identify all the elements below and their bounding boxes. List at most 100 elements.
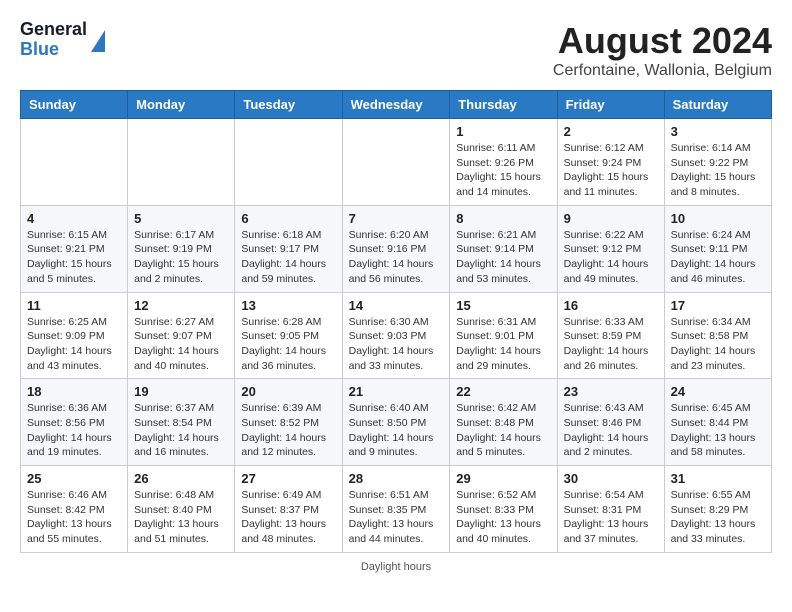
day-number: 20 xyxy=(241,384,335,399)
day-info: Sunrise: 6:24 AM Sunset: 9:11 PM Dayligh… xyxy=(671,228,765,287)
day-info: Sunrise: 6:43 AM Sunset: 8:46 PM Dayligh… xyxy=(564,401,658,460)
day-header-wednesday: Wednesday xyxy=(342,91,450,119)
calendar-cell: 20 Sunrise: 6:39 AM Sunset: 8:52 PM Dayli… xyxy=(235,379,342,466)
day-number: 21 xyxy=(349,384,444,399)
calendar-cell: 29 Sunrise: 6:52 AM Sunset: 8:33 PM Dayli… xyxy=(450,466,557,553)
day-info: Sunrise: 6:18 AM Sunset: 9:17 PM Dayligh… xyxy=(241,228,335,287)
calendar-cell: 16 Sunrise: 6:33 AM Sunset: 8:59 PM Dayli… xyxy=(557,292,664,379)
day-info: Sunrise: 6:46 AM Sunset: 8:42 PM Dayligh… xyxy=(27,488,121,547)
day-info: Sunrise: 6:12 AM Sunset: 9:24 PM Dayligh… xyxy=(564,141,658,200)
day-number: 16 xyxy=(564,298,658,313)
calendar-cell: 15Sunrise: 6:31 AM Sunset: 9:01 PM Dayli… xyxy=(450,292,557,379)
day-info: Sunrise: 6:34 AM Sunset: 8:58 PM Dayligh… xyxy=(671,315,765,374)
calendar-cell: 24Sunrise: 6:45 AM Sunset: 8:44 PM Dayli… xyxy=(664,379,771,466)
calendar-cell xyxy=(21,119,128,206)
day-info: Sunrise: 6:28 AM Sunset: 9:05 PM Dayligh… xyxy=(241,315,335,374)
day-info: Sunrise: 6:14 AM Sunset: 9:22 PM Dayligh… xyxy=(671,141,765,200)
day-info: Sunrise: 6:20 AM Sunset: 9:16 PM Dayligh… xyxy=(349,228,444,287)
day-header-saturday: Saturday xyxy=(664,91,771,119)
logo-line1: General xyxy=(20,20,87,40)
calendar-cell: 19 Sunrise: 6:37 AM Sunset: 8:54 PM Dayli… xyxy=(128,379,235,466)
day-number: 29 xyxy=(456,471,550,486)
calendar-cell: 31Sunrise: 6:55 AM Sunset: 8:29 PM Dayli… xyxy=(664,466,771,553)
calendar-cell: 18 Sunrise: 6:36 AM Sunset: 8:56 PM Dayli… xyxy=(21,379,128,466)
day-info: Sunrise: 6:25 AM Sunset: 9:09 PM Dayligh… xyxy=(27,315,121,374)
day-number: 18 xyxy=(27,384,121,399)
day-header-thursday: Thursday xyxy=(450,91,557,119)
logo-triangle-icon xyxy=(91,30,105,52)
day-number: 30 xyxy=(564,471,658,486)
calendar-cell: 14Sunrise: 6:30 AM Sunset: 9:03 PM Dayli… xyxy=(342,292,450,379)
calendar-week-row: 1 Sunrise: 6:11 AM Sunset: 9:26 PM Daylig… xyxy=(21,119,772,206)
day-info: Sunrise: 6:17 AM Sunset: 9:19 PM Dayligh… xyxy=(134,228,228,287)
day-info: Sunrise: 6:42 AM Sunset: 8:48 PM Dayligh… xyxy=(456,401,550,460)
day-number: 28 xyxy=(349,471,444,486)
day-info: Sunrise: 6:51 AM Sunset: 8:35 PM Dayligh… xyxy=(349,488,444,547)
calendar-cell: 8Sunrise: 6:21 AM Sunset: 9:14 PM Daylig… xyxy=(450,205,557,292)
day-info: Sunrise: 6:11 AM Sunset: 9:26 PM Dayligh… xyxy=(456,141,550,200)
day-info: Sunrise: 6:52 AM Sunset: 8:33 PM Dayligh… xyxy=(456,488,550,547)
calendar-cell: 21 Sunrise: 6:40 AM Sunset: 8:50 PM Dayli… xyxy=(342,379,450,466)
calendar-cell: 6 Sunrise: 6:18 AM Sunset: 9:17 PM Daylig… xyxy=(235,205,342,292)
day-number: 13 xyxy=(241,298,335,313)
day-info: Sunrise: 6:49 AM Sunset: 8:37 PM Dayligh… xyxy=(241,488,335,547)
day-info: Sunrise: 6:40 AM Sunset: 8:50 PM Dayligh… xyxy=(349,401,444,460)
day-header-tuesday: Tuesday xyxy=(235,91,342,119)
day-info: Sunrise: 6:22 AM Sunset: 9:12 PM Dayligh… xyxy=(564,228,658,287)
day-number: 7 xyxy=(349,211,444,226)
logo-text: General Blue xyxy=(20,20,87,60)
calendar-week-row: 25 Sunrise: 6:46 AM Sunset: 8:42 PM Dayli… xyxy=(21,466,772,553)
calendar-cell: 10Sunrise: 6:24 AM Sunset: 9:11 PM Dayli… xyxy=(664,205,771,292)
title-block: August 2024 Cerfontaine, Wallonia, Belgi… xyxy=(553,20,772,80)
day-info: Sunrise: 6:15 AM Sunset: 9:21 PM Dayligh… xyxy=(27,228,121,287)
day-info: Sunrise: 6:37 AM Sunset: 8:54 PM Dayligh… xyxy=(134,401,228,460)
day-number: 1 xyxy=(456,124,550,139)
calendar-cell xyxy=(235,119,342,206)
calendar-cell: 27 Sunrise: 6:49 AM Sunset: 8:37 PM Dayli… xyxy=(235,466,342,553)
day-number: 23 xyxy=(564,384,658,399)
calendar-cell: 25 Sunrise: 6:46 AM Sunset: 8:42 PM Dayli… xyxy=(21,466,128,553)
calendar-cell: 30 Sunrise: 6:54 AM Sunset: 8:31 PM Dayli… xyxy=(557,466,664,553)
day-number: 15 xyxy=(456,298,550,313)
calendar-week-row: 18 Sunrise: 6:36 AM Sunset: 8:56 PM Dayli… xyxy=(21,379,772,466)
day-number: 19 xyxy=(134,384,228,399)
day-info: Sunrise: 6:54 AM Sunset: 8:31 PM Dayligh… xyxy=(564,488,658,547)
calendar-subtitle: Cerfontaine, Wallonia, Belgium xyxy=(553,62,772,80)
calendar-cell: 9Sunrise: 6:22 AM Sunset: 9:12 PM Daylig… xyxy=(557,205,664,292)
calendar-cell: 13 Sunrise: 6:28 AM Sunset: 9:05 PM Dayli… xyxy=(235,292,342,379)
calendar-header-row: SundayMondayTuesdayWednesdayThursdayFrid… xyxy=(21,91,772,119)
calendar-cell: 1 Sunrise: 6:11 AM Sunset: 9:26 PM Daylig… xyxy=(450,119,557,206)
calendar-cell: 3Sunrise: 6:14 AM Sunset: 9:22 PM Daylig… xyxy=(664,119,771,206)
day-number: 5 xyxy=(134,211,228,226)
day-info: Sunrise: 6:48 AM Sunset: 8:40 PM Dayligh… xyxy=(134,488,228,547)
calendar-cell xyxy=(128,119,235,206)
calendar-title: August 2024 xyxy=(553,20,772,62)
day-number: 11 xyxy=(27,298,121,313)
calendar-cell: 17Sunrise: 6:34 AM Sunset: 8:58 PM Dayli… xyxy=(664,292,771,379)
calendar-cell: 4 Sunrise: 6:15 AM Sunset: 9:21 PM Daylig… xyxy=(21,205,128,292)
calendar-table: SundayMondayTuesdayWednesdayThursdayFrid… xyxy=(20,90,772,553)
calendar-cell: 7 Sunrise: 6:20 AM Sunset: 9:16 PM Daylig… xyxy=(342,205,450,292)
calendar-cell: 12 Sunrise: 6:27 AM Sunset: 9:07 PM Dayli… xyxy=(128,292,235,379)
logo: General Blue xyxy=(20,20,105,60)
calendar-cell: 26Sunrise: 6:48 AM Sunset: 8:40 PM Dayli… xyxy=(128,466,235,553)
day-number: 12 xyxy=(134,298,228,313)
day-number: 2 xyxy=(564,124,658,139)
day-number: 22 xyxy=(456,384,550,399)
calendar-cell: 28 Sunrise: 6:51 AM Sunset: 8:35 PM Dayli… xyxy=(342,466,450,553)
day-info: Sunrise: 6:36 AM Sunset: 8:56 PM Dayligh… xyxy=(27,401,121,460)
day-number: 25 xyxy=(27,471,121,486)
day-number: 6 xyxy=(241,211,335,226)
day-number: 27 xyxy=(241,471,335,486)
day-number: 4 xyxy=(27,211,121,226)
day-info: Sunrise: 6:55 AM Sunset: 8:29 PM Dayligh… xyxy=(671,488,765,547)
calendar-week-row: 11 Sunrise: 6:25 AM Sunset: 9:09 PM Dayli… xyxy=(21,292,772,379)
day-info: Sunrise: 6:21 AM Sunset: 9:14 PM Dayligh… xyxy=(456,228,550,287)
calendar-week-row: 4 Sunrise: 6:15 AM Sunset: 9:21 PM Daylig… xyxy=(21,205,772,292)
day-header-monday: Monday xyxy=(128,91,235,119)
day-info: Sunrise: 6:33 AM Sunset: 8:59 PM Dayligh… xyxy=(564,315,658,374)
footer-label: Daylight hours xyxy=(20,561,772,573)
day-info: Sunrise: 6:39 AM Sunset: 8:52 PM Dayligh… xyxy=(241,401,335,460)
day-info: Sunrise: 6:30 AM Sunset: 9:03 PM Dayligh… xyxy=(349,315,444,374)
day-info: Sunrise: 6:27 AM Sunset: 9:07 PM Dayligh… xyxy=(134,315,228,374)
